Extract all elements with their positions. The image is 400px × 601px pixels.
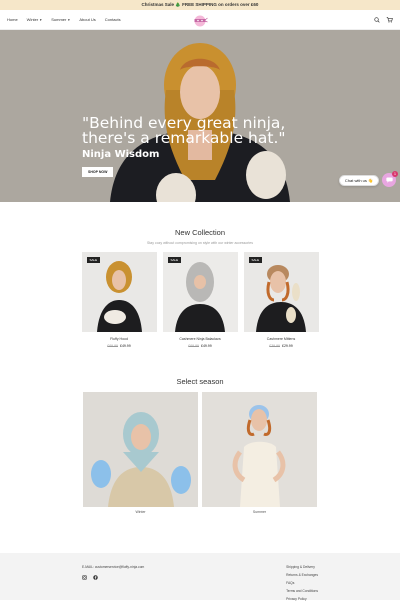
footer-link[interactable]: Privacy Policy [286,597,318,601]
product-grid: SALE Fluffy Hood £69.99 £49.99 SALE Cashm… [0,252,400,348]
nav-menu: Home Winter ▼ Summer ▼ About Us Contacts [7,17,121,22]
chat-label[interactable]: Chat with us 👋 [338,174,379,186]
chat-badge: 1 [392,171,398,177]
nav-item-contacts[interactable]: Contacts [105,17,121,22]
season-grid: Winter Summer [0,392,400,514]
brand-logo[interactable] [192,12,208,28]
facebook-icon[interactable] [93,575,98,580]
product-name[interactable]: Fluffy Hood [82,337,157,341]
old-price: £69.99 [188,344,199,348]
product-name[interactable]: Cashmere Ninja Balaclava [163,337,238,341]
nav-item-label: Contacts [104,17,121,22]
announcement-bar: Christmas Sale 🎄 FREE SHIPPING on orders… [0,0,400,10]
chevron-down-icon: ▼ [39,17,43,22]
footer-links: Shipping & Delivery Returns & Exchanges … [286,565,318,601]
old-price: £39.99 [269,344,280,348]
season-label[interactable]: Winter [83,510,198,514]
search-icon[interactable] [374,16,380,23]
sale-price: £49.99 [120,344,131,348]
social-links [82,575,144,580]
cart-icon[interactable] [386,16,393,23]
footer-link[interactable]: Terms and Conditions [286,589,318,593]
shop-now-button[interactable]: SHOP NOW [82,167,114,177]
season-image[interactable] [83,392,198,507]
section-title: Select season [176,377,224,386]
nav-item-summer[interactable]: Summer ▼ [51,17,70,22]
instagram-icon[interactable] [82,575,87,580]
product-price: £39.99 £29.99 [244,344,319,348]
nav-item-label: Winter [26,17,39,22]
product-price: £69.99 £49.99 [163,344,238,348]
product-image[interactable]: SALE [81,252,157,332]
section-title: New Collection [174,228,226,237]
nav-item-label: Home [7,17,18,22]
sale-price: £29.99 [282,344,293,348]
season-card-winter[interactable]: Winter [83,392,198,514]
hero-quote: "Behind every great ninja, there's a rem… [82,114,286,147]
sale-badge: SALE [248,257,263,263]
product-card[interactable]: SALE Cashmere Ninja Balaclava £69.99 £49.… [162,252,238,348]
nav-item-winter[interactable]: Winter ▼ [27,17,43,22]
chat-bubble-icon [385,177,393,183]
product-image[interactable]: SALE [162,252,238,332]
footer-link[interactable]: Shipping & Delivery [286,565,318,569]
product-name[interactable]: Cashmere Mittens [244,337,319,341]
nav-item-label: About Us [79,17,96,22]
season-label[interactable]: Summer [202,510,317,514]
section-subtitle: Stay cozy without compromising on style … [146,241,253,245]
chevron-down-icon: ▼ [67,17,71,22]
season-section: Select season Winter Summer [0,377,400,514]
footer-link[interactable]: Returns & Exchanges [286,573,318,577]
product-card[interactable]: SALE Fluffy Hood £69.99 £49.99 [81,252,157,348]
sale-price: £49.99 [201,344,212,348]
chat-button[interactable]: 1 [382,171,398,187]
old-price: £69.99 [107,344,118,348]
hero-subtitle: Ninja Wisdom [82,149,160,160]
sale-badge: SALE [167,257,182,263]
season-card-summer[interactable]: Summer [202,392,317,514]
footer: E-MAIL: customerservice@fluffy-ninja.com… [0,553,400,601]
top-nav: Home Winter ▼ Summer ▼ About Us Contacts [0,10,400,30]
footer-link[interactable]: FAQs [286,581,318,585]
new-collection-section: New Collection Stay cozy without comprom… [0,228,400,348]
chat-widget[interactable]: Chat with us 👋 1 [338,171,398,187]
product-price: £69.99 £49.99 [82,344,157,348]
nav-item-label: Summer [51,17,67,22]
product-card[interactable]: SALE Cashmere Mittens £39.99 £29.99 [243,252,319,348]
product-image[interactable]: SALE [243,252,319,332]
footer-email[interactable]: E-MAIL: customerservice@fluffy-ninja.com [82,565,144,569]
sale-badge: SALE [86,257,101,263]
nav-item-home[interactable]: Home [7,17,18,22]
season-image[interactable] [202,392,317,507]
nav-item-about[interactable]: About Us [79,17,95,22]
